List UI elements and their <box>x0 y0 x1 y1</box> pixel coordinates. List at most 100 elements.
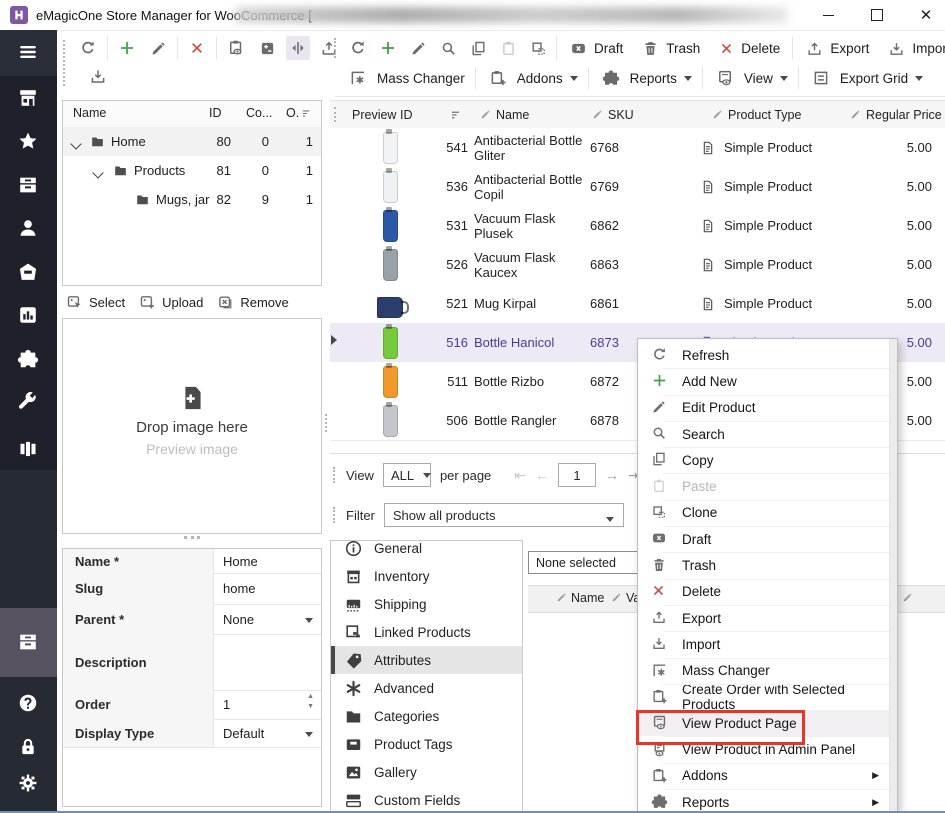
tree-node-label[interactable]: Products <box>134 163 185 178</box>
sidebar-item-orders[interactable] <box>17 261 39 283</box>
menu-item-reports[interactable]: Reports▶ <box>638 789 889 813</box>
page-number-input[interactable]: 1 <box>558 463 596 487</box>
sidebar-item-addons[interactable] <box>17 348 39 370</box>
attr-col-name[interactable]: Name <box>571 591 604 605</box>
refresh-icon[interactable] <box>346 36 370 60</box>
add-category-icon[interactable] <box>115 36 139 60</box>
tab-custom-fields[interactable]: Custom Fields <box>331 786 522 813</box>
grid-drag-handle[interactable] <box>334 107 338 122</box>
menu-item-create-order[interactable]: Create Order with Selected Products <box>638 684 889 710</box>
preview-clipboard-icon[interactable] <box>224 36 248 60</box>
menu-item-trash[interactable]: Trash <box>638 552 889 578</box>
tab-categories[interactable]: Categories <box>331 702 522 730</box>
sidebar-item-columns[interactable] <box>17 438 39 460</box>
view-dropdown[interactable]: View <box>713 66 788 90</box>
sidebar-item-store[interactable] <box>17 87 39 109</box>
tab-advanced[interactable]: Advanced <box>331 674 522 702</box>
split-view-icon[interactable] <box>286 36 310 60</box>
menu-item-mass-changer[interactable]: Mass Changer <box>638 658 889 684</box>
sidebar-item-reports[interactable] <box>17 304 39 326</box>
menu-scrollbar[interactable] <box>889 339 897 812</box>
menu-item-draft[interactable]: Draft <box>638 526 889 552</box>
product-row[interactable]: 521 Mug Kirpal 6861 Simple Product 5.00 <box>330 284 945 324</box>
clone-icon[interactable] <box>526 36 550 60</box>
sidebar-item-help[interactable] <box>17 692 39 714</box>
chevron-down-icon[interactable] <box>70 138 81 149</box>
tree-col-id[interactable]: ID <box>209 106 222 120</box>
name-field[interactable]: Home <box>214 549 321 573</box>
tree-row-home[interactable]: Home 80 0 1 <box>63 127 321 156</box>
description-field[interactable] <box>214 634 321 690</box>
product-row[interactable]: 541 Antibacterial Bottle Gliter 6768 Sim… <box>330 128 945 168</box>
menu-item-import[interactable]: Import <box>638 631 889 657</box>
search-icon[interactable] <box>436 36 460 60</box>
slug-field[interactable]: home <box>214 573 321 604</box>
tab-inventory[interactable]: Inventory <box>331 562 522 590</box>
upload-image-button[interactable]: Upload <box>139 294 203 311</box>
display-type-select[interactable]: Default <box>214 719 321 747</box>
edit-category-icon[interactable] <box>146 36 170 60</box>
copy-icon[interactable] <box>466 36 490 60</box>
tab-general[interactable]: General <box>331 540 522 562</box>
export-grid-dropdown[interactable]: Export Grid <box>809 66 923 90</box>
toolbar-drag-handle[interactable] <box>63 40 67 86</box>
prev-page-icon[interactable]: ← <box>535 467 549 483</box>
filter-select[interactable]: Show all products <box>384 503 624 527</box>
delete-category-icon[interactable] <box>185 36 209 60</box>
stepper-arrows-icon[interactable]: ▲▼ <box>307 692 314 712</box>
tree-row-products[interactable]: Products 81 0 1 <box>63 156 321 185</box>
tab-gallery[interactable]: Gallery <box>331 758 522 786</box>
tree-col-name[interactable]: Name <box>73 106 106 120</box>
page-size-select[interactable]: ALL <box>383 463 431 487</box>
maximize-button[interactable] <box>855 0 899 30</box>
tree-row-mugs-jar[interactable]: Mugs, jar 82 9 1 <box>63 185 321 214</box>
tab-shipping[interactable]: Shipping <box>331 590 522 618</box>
col-id[interactable]: ID <box>400 101 413 128</box>
tab-product-tags[interactable]: Product Tags <box>331 730 522 758</box>
image-adjust-icon[interactable] <box>255 36 279 60</box>
col-preview[interactable]: Preview <box>352 101 396 128</box>
edit-product-icon[interactable] <box>406 36 430 60</box>
menu-item-addons[interactable]: Addons▶ <box>638 763 889 789</box>
hamburger-menu-icon[interactable] <box>17 41 39 63</box>
menu-item-copy[interactable]: Copy <box>638 447 889 473</box>
sidebar-item-security[interactable] <box>17 736 39 758</box>
tree-col-count[interactable]: Co... <box>246 106 272 120</box>
sidebar-item-customers[interactable] <box>17 217 39 239</box>
refresh-icon[interactable] <box>76 36 100 60</box>
paste-icon[interactable] <box>496 36 520 60</box>
col-regular-price[interactable]: Regular Price <box>850 101 942 128</box>
drag-handle[interactable] <box>333 467 337 483</box>
close-button[interactable]: ✕ <box>904 0 945 30</box>
product-row[interactable]: 536 Antibacterial Bottle Copil 6769 Simp… <box>330 167 945 207</box>
export-button[interactable]: Export <box>799 36 875 60</box>
sidebar-item-products[interactable] <box>17 174 39 196</box>
menu-item-clone[interactable]: Clone <box>638 500 889 526</box>
menu-item-search[interactable]: Search <box>638 421 889 447</box>
addons-dropdown[interactable]: Addons <box>486 66 578 90</box>
trash-button[interactable]: Trash <box>635 36 706 60</box>
menu-item-refresh[interactable]: Refresh <box>638 342 889 368</box>
import-categories-icon[interactable] <box>86 64 110 88</box>
sidebar-item-store-manager[interactable] <box>0 608 57 677</box>
order-stepper[interactable]: 1 ▲▼ <box>214 690 321 719</box>
tab-attributes[interactable]: Attributes <box>331 646 522 674</box>
product-row[interactable]: 526 Vacuum Flask Kaucex 6863 Simple Prod… <box>330 245 945 285</box>
menu-item-add-new[interactable]: Add New <box>638 368 889 394</box>
import-button[interactable]: Import <box>881 36 945 60</box>
remove-image-button[interactable]: Remove <box>217 294 288 311</box>
menu-item-export[interactable]: Export <box>638 605 889 631</box>
menu-item-paste[interactable]: Paste <box>638 473 889 499</box>
splitter-handle[interactable] <box>325 414 329 432</box>
reports-dropdown[interactable]: Reports <box>599 66 692 90</box>
minimize-button[interactable] <box>806 0 850 30</box>
col-product-type[interactable]: Product Type <box>712 101 801 128</box>
next-page-icon[interactable]: → <box>605 467 619 483</box>
drag-handle[interactable] <box>333 507 337 523</box>
tree-node-label[interactable]: Home <box>111 134 146 149</box>
product-row[interactable]: 531 Vacuum Flask Plusek 6862 Simple Prod… <box>330 206 945 246</box>
tab-linked-products[interactable]: Linked Products <box>331 618 522 646</box>
chevron-down-icon[interactable] <box>92 167 103 178</box>
sidebar-item-favorites[interactable] <box>17 130 39 152</box>
col-name[interactable]: Name <box>480 101 529 128</box>
